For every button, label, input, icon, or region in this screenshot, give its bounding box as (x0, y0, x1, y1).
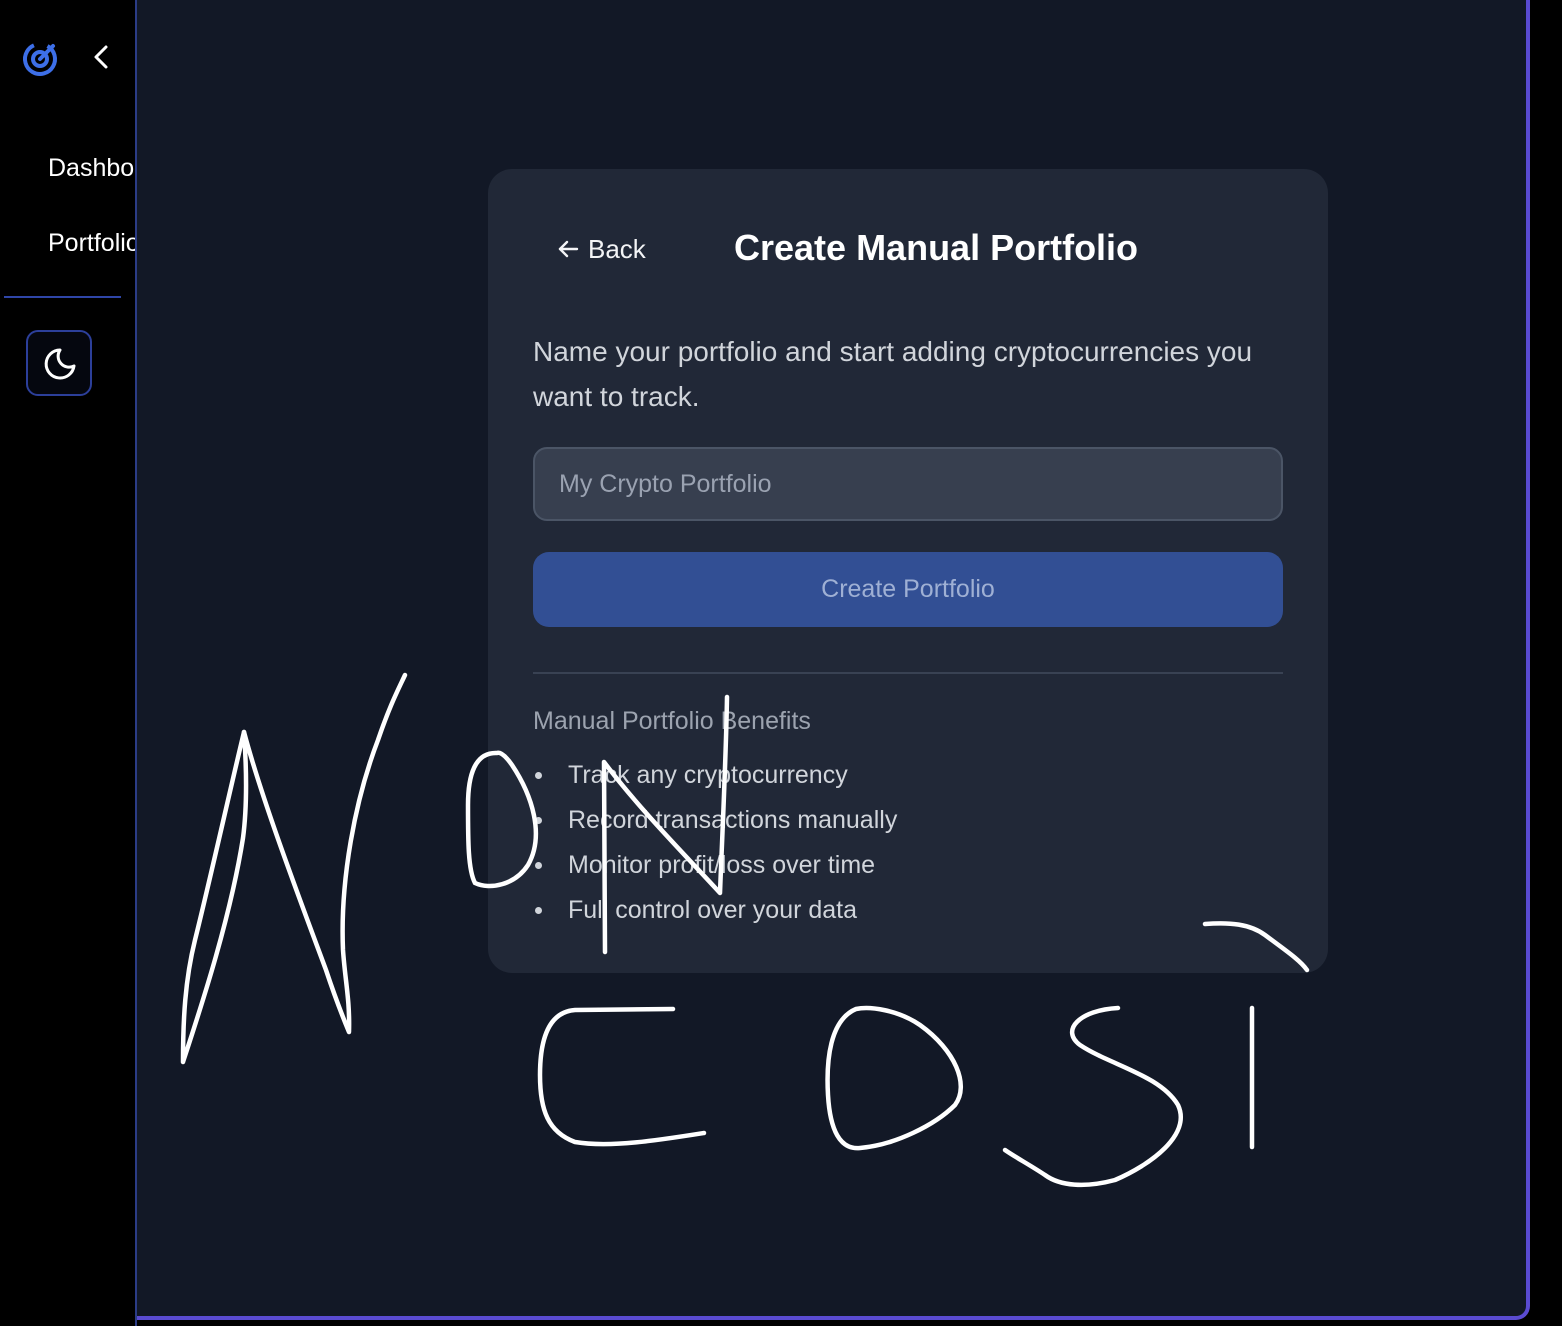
target-logo-icon[interactable] (20, 38, 60, 78)
page-title: Create Manual Portfolio (734, 227, 1139, 268)
list-item: Monitor profit/loss over time (533, 843, 897, 888)
theme-toggle-button[interactable] (26, 330, 92, 396)
list-item: Record transactions manually (533, 798, 897, 843)
card-description: Name your portfolio and start adding cry… (533, 336, 1253, 412)
app-window: Dashboard Portfolio Back Create Manual P… (0, 0, 1562, 1326)
sidebar-divider (4, 296, 121, 298)
section-divider (533, 672, 1283, 674)
list-item: Track any cryptocurrency (533, 753, 897, 798)
portfolio-name-input[interactable] (533, 447, 1283, 521)
sidebar-item-dashboard[interactable]: Dashboard (48, 154, 135, 183)
list-item: Full control over your data (533, 888, 897, 933)
create-portfolio-button[interactable]: Create Portfolio (533, 552, 1283, 627)
benefits-list: Track any cryptocurrency Record transact… (533, 753, 897, 933)
back-button[interactable]: Back (556, 231, 646, 267)
sidebar-item-portfolio[interactable]: Portfolio (48, 229, 135, 258)
moon-icon (44, 348, 76, 380)
sidebar: Dashboard Portfolio (0, 0, 137, 1326)
arrow-left-icon (558, 240, 579, 258)
chevron-left-icon[interactable] (88, 42, 116, 72)
benefits-heading: Manual Portfolio Benefits (533, 707, 811, 735)
create-portfolio-card: Back Create Manual Portfolio Name your p… (488, 169, 1328, 973)
back-label: Back (588, 233, 646, 264)
